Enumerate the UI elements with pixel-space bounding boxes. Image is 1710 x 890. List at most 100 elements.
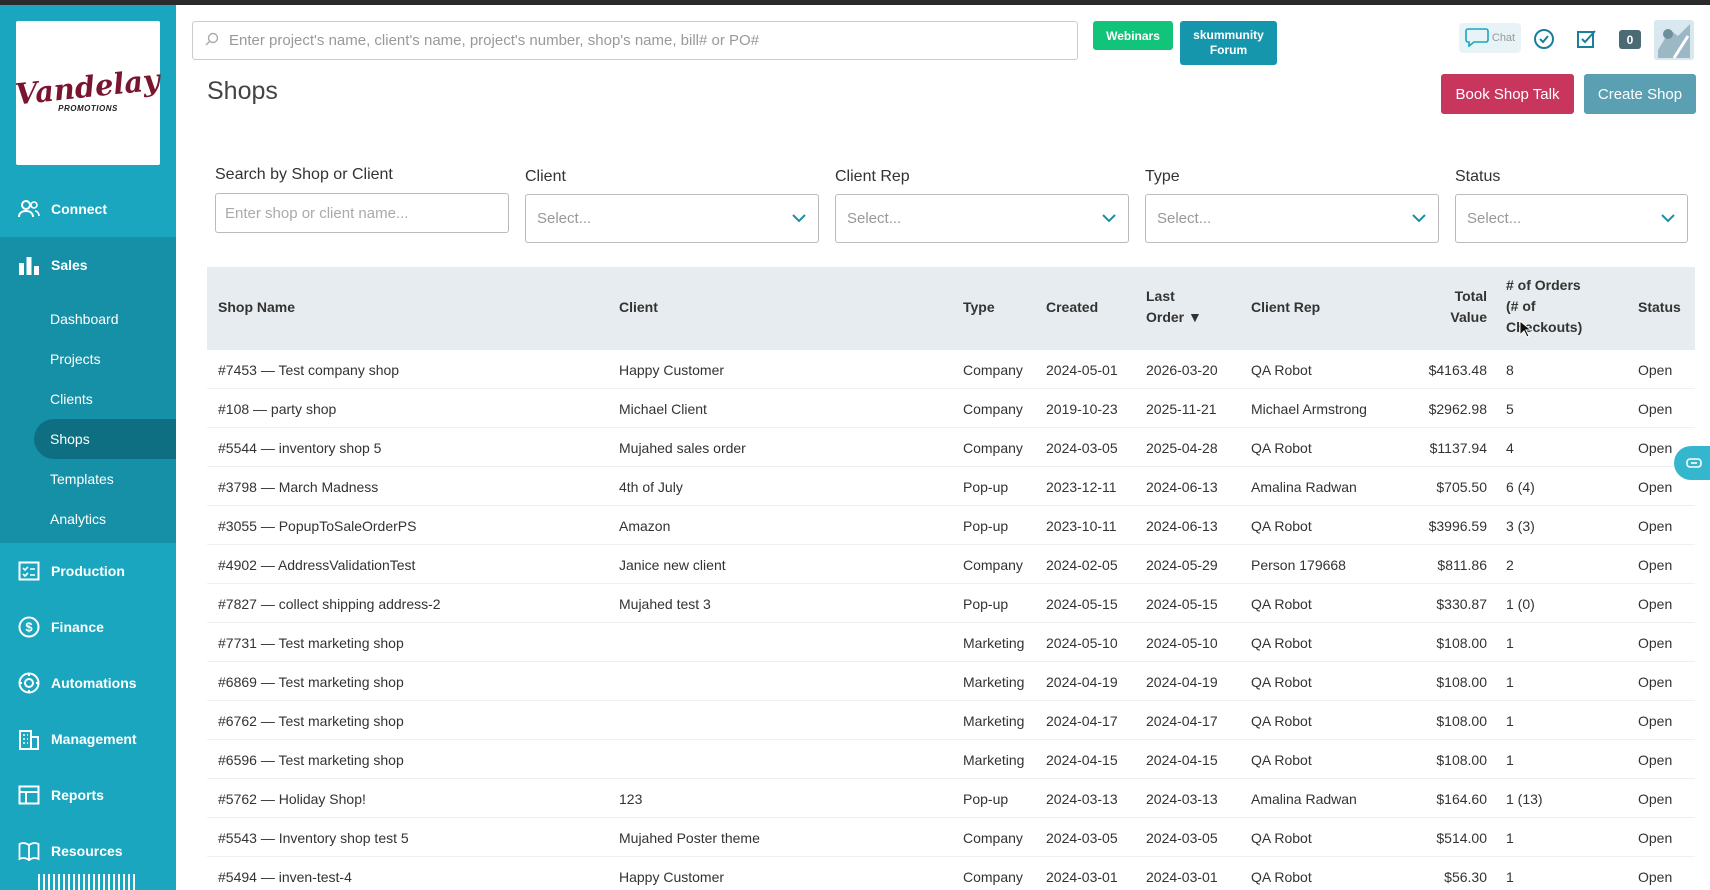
client-select-value: Select... (537, 210, 592, 227)
cell-orders: 1 (13) (1506, 790, 1543, 807)
cell-shop-name[interactable]: #6869 — Test marketing shop (218, 662, 404, 701)
nav-connect[interactable]: Connect (0, 181, 176, 237)
col-total-line2: Value (1450, 309, 1487, 325)
clock-check-icon[interactable] (1531, 26, 1557, 52)
table-row[interactable]: #7453 — Test company shop Happy Customer C… (207, 350, 1695, 389)
webinars-button[interactable]: Webinars (1093, 21, 1173, 50)
page-title: Shops (207, 77, 278, 105)
company-logo[interactable]: Vandelay PROMOTIONS (14, 21, 162, 165)
forum-button[interactable]: skummunity Forum (1180, 21, 1277, 65)
cell-shop-name[interactable]: #5494 — inven-test-4 (218, 857, 352, 890)
svg-text:$: $ (25, 620, 33, 635)
table-row[interactable]: #5762 — Holiday Shop! 123 Pop-up 2024-03-13… (207, 779, 1695, 818)
cell-shop-name[interactable]: #5762 — Holiday Shop! (218, 779, 366, 818)
shop-client-search-input[interactable]: Enter shop or client name... (215, 193, 509, 233)
sidebar-item-clients[interactable]: Clients (34, 379, 176, 419)
client-rep-select[interactable]: Select... (835, 194, 1129, 243)
forum-label-line1: skummunity (1193, 28, 1264, 42)
chevron-down-icon (1412, 210, 1426, 227)
status-filter-label: Status (1455, 168, 1501, 185)
table-row[interactable]: #108 — party shop Michael Client Company 20… (207, 389, 1695, 428)
cell-orders: 2 (1506, 556, 1514, 573)
sidebar-item-shops[interactable]: Shops (34, 419, 176, 459)
type-filter-label: Type (1145, 168, 1180, 185)
table-row[interactable]: #5494 — inven-test-4 Happy Customer Compan… (207, 857, 1695, 890)
cell-total-value: $56.30 (1444, 868, 1487, 885)
type-select[interactable]: Select... (1145, 194, 1439, 243)
chat-button[interactable]: Chat (1459, 23, 1521, 53)
book-shop-talk-button[interactable]: Book Shop Talk (1441, 74, 1574, 114)
create-shop-button[interactable]: Create Shop (1584, 74, 1696, 114)
avatar[interactable] (1654, 20, 1694, 60)
table-row[interactable]: #7827 — collect shipping address-2 Mujahe… (207, 584, 1695, 623)
cell-total-value: $811.86 (1437, 556, 1487, 573)
col-last-order-line1: Last (1146, 288, 1175, 304)
cell-shop-name[interactable]: #5544 — inventory shop 5 (218, 428, 381, 467)
cell-created: 2024-04-15 (1046, 751, 1118, 768)
nav-resources[interactable]: Resources (0, 823, 176, 879)
cell-shop-name[interactable]: #5543 — Inventory shop test 5 (218, 818, 409, 857)
table-row[interactable]: #7731 — Test marketing shop Marketing 2024… (207, 623, 1695, 662)
table-row[interactable]: #6762 — Test marketing shop Marketing 2024… (207, 701, 1695, 740)
global-search-input[interactable]: Enter project's name, client's name, pro… (192, 21, 1078, 60)
col-type[interactable]: Type (963, 297, 995, 318)
nav-management[interactable]: Management (0, 711, 176, 767)
cell-client: Janice new client (619, 556, 726, 573)
sidebar-item-templates[interactable]: Templates (34, 459, 176, 499)
client-rep-filter-label: Client Rep (835, 168, 910, 185)
status-select[interactable]: Select... (1455, 194, 1688, 243)
help-widget-icon[interactable] (1674, 446, 1710, 480)
cell-total-value: $108.00 (1436, 634, 1487, 651)
table-row[interactable]: #3798 — March Madness 4th of July Pop-up 20… (207, 467, 1695, 506)
table-row[interactable]: #5544 — inventory shop 5 Mujahed sales or… (207, 428, 1695, 467)
client-filter-label: Client (525, 168, 566, 185)
cell-shop-name[interactable]: #108 — party shop (218, 389, 336, 428)
cell-shop-name[interactable]: #7453 — Test company shop (218, 350, 399, 389)
cell-created: 2019-10-23 (1046, 400, 1118, 417)
sidebar-item-projects[interactable]: Projects (34, 339, 176, 379)
nav-sales[interactable]: Sales (0, 237, 176, 293)
col-last-order[interactable]: Last Order ▼ (1146, 286, 1202, 328)
col-client[interactable]: Client (619, 297, 658, 318)
table-row[interactable]: #5543 — Inventory shop test 5 Mujahed Pos… (207, 818, 1695, 857)
table-row[interactable]: #4902 — AddressValidationTest Janice new … (207, 545, 1695, 584)
col-shop-name[interactable]: Shop Name (218, 297, 295, 318)
cell-shop-name[interactable]: #3055 — PopupToSaleOrderPS (218, 506, 416, 545)
sidebar-item-dashboard[interactable]: Dashboard (34, 299, 176, 339)
nav-reports[interactable]: Reports (0, 767, 176, 823)
cell-shop-name[interactable]: #6596 — Test marketing shop (218, 740, 404, 779)
notification-count-badge[interactable]: 0 (1619, 30, 1641, 49)
col-total-value[interactable]: Total Value (1437, 286, 1487, 328)
col-created[interactable]: Created (1046, 297, 1098, 318)
task-icon[interactable] (1574, 26, 1600, 52)
nav-production[interactable]: Production (0, 543, 176, 599)
cell-last-order: 2025-11-21 (1146, 400, 1217, 417)
col-status[interactable]: Status (1638, 297, 1681, 318)
nav-automations[interactable]: Automations (0, 655, 176, 711)
cell-shop-name[interactable]: #3798 — March Madness (218, 467, 378, 506)
cell-status: Open (1638, 595, 1673, 612)
cell-orders: 1 (1506, 868, 1514, 885)
status-select-value: Select... (1467, 210, 1522, 227)
logo-main-text: Vandelay (14, 62, 162, 112)
nav-finance[interactable]: $ Finance (0, 599, 176, 655)
cell-shop-name[interactable]: #6762 — Test marketing shop (218, 701, 404, 740)
cell-shop-name[interactable]: #4902 — AddressValidationTest (218, 545, 415, 584)
col-client-rep[interactable]: Client Rep (1251, 297, 1320, 318)
cell-last-order: 2026-03-20 (1146, 361, 1218, 378)
chevron-down-icon (1102, 210, 1116, 227)
cell-client-rep: QA Robot (1251, 829, 1312, 846)
table-row[interactable]: #6869 — Test marketing shop Marketing 2024… (207, 662, 1695, 701)
barcode-graphic (38, 874, 138, 890)
cell-orders: 5 (1506, 400, 1514, 417)
sidebar-item-analytics[interactable]: Analytics (34, 499, 176, 539)
col-total-line1: Total (1454, 288, 1487, 304)
cell-orders: 1 (1506, 673, 1514, 690)
cell-shop-name[interactable]: #7731 — Test marketing shop (218, 623, 404, 662)
table-row[interactable]: #6596 — Test marketing shop Marketing 2024… (207, 740, 1695, 779)
col-orders[interactable]: # of Orders (# of Checkouts) (1506, 275, 1582, 338)
table-row[interactable]: #3055 — PopupToSaleOrderPS Amazon Pop-up 20… (207, 506, 1695, 545)
cell-shop-name[interactable]: #7827 — collect shipping address-2 (218, 584, 441, 623)
cell-orders: 1 (1506, 712, 1514, 729)
client-select[interactable]: Select... (525, 194, 819, 243)
